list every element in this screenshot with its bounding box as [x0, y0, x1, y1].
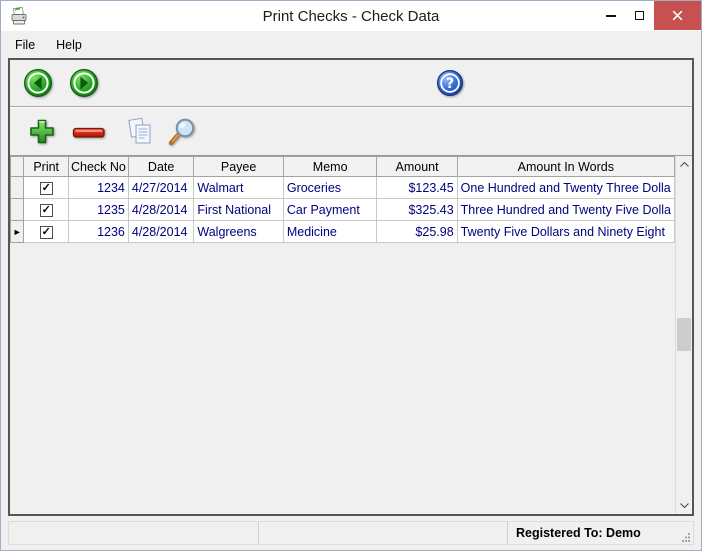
maximize-button[interactable] — [625, 1, 654, 30]
back-arrow-icon — [23, 68, 53, 98]
help-button[interactable]: ? — [436, 69, 464, 97]
minimize-button[interactable] — [596, 1, 625, 30]
selector-header — [11, 157, 24, 177]
app-window: Print Checks - Check Data File Help — [0, 0, 702, 551]
titlebar: Print Checks - Check Data — [1, 1, 701, 31]
cell-checkno[interactable]: 1235 — [68, 199, 128, 221]
cell-date[interactable]: 4/28/2014 — [128, 199, 194, 221]
window-controls — [596, 1, 701, 30]
row-selector — [11, 199, 24, 221]
resize-grip-icon[interactable] — [681, 532, 691, 542]
cell-date[interactable]: 4/27/2014 — [128, 177, 194, 199]
status-registered: Registered To: Demo — [508, 522, 693, 544]
print-checkbox[interactable]: ✓ — [40, 226, 53, 239]
content-panel: ? — [8, 58, 694, 516]
print-checkbox[interactable]: ✓ — [40, 182, 53, 195]
col-header-memo[interactable]: Memo — [283, 157, 377, 177]
cell-memo[interactable]: Car Payment — [283, 199, 377, 221]
cell-memo[interactable]: Groceries — [283, 177, 377, 199]
col-header-date[interactable]: Date — [128, 157, 194, 177]
grid-header-row: Print Check No Date Payee Memo Amount Am… — [11, 157, 675, 177]
print-checkbox[interactable]: ✓ — [40, 204, 53, 217]
grid-area: Print Check No Date Payee Memo Amount Am… — [10, 156, 692, 514]
add-button[interactable] — [28, 117, 56, 147]
plus-icon — [28, 117, 56, 147]
cell-words[interactable]: One Hundred and Twenty Three Dolla — [457, 177, 674, 199]
edit-toolbar — [10, 107, 692, 156]
cell-words[interactable]: Twenty Five Dollars and Ninety Eight — [457, 221, 674, 243]
col-header-print[interactable]: Print — [24, 157, 69, 177]
menubar: File Help — [1, 31, 701, 58]
close-button[interactable] — [654, 1, 701, 30]
printer-icon — [9, 6, 29, 26]
row-selector: ► — [11, 221, 24, 243]
col-header-amount[interactable]: Amount — [377, 157, 457, 177]
cell-payee[interactable]: Walgreens — [194, 221, 283, 243]
forward-arrow-icon — [69, 68, 99, 98]
statusbar: Registered To: Demo — [8, 521, 694, 545]
cell-memo[interactable]: Medicine — [283, 221, 377, 243]
minus-icon — [72, 117, 106, 147]
menu-help[interactable]: Help — [54, 36, 84, 54]
table-row[interactable]: ✓ 1234 4/27/2014 Walmart Groceries $123.… — [11, 177, 675, 199]
cell-amount[interactable]: $325.43 — [377, 199, 457, 221]
table-row[interactable]: ► ✓ 1236 4/28/2014 Walgreens Medicine $2… — [11, 221, 675, 243]
copy-pages-icon — [125, 117, 155, 147]
cell-checkno[interactable]: 1236 — [68, 221, 128, 243]
status-panel-1 — [9, 522, 259, 544]
cell-checkno[interactable]: 1234 — [68, 177, 128, 199]
status-panel-2 — [259, 522, 508, 544]
delete-button[interactable] — [72, 117, 106, 147]
scroll-down-button[interactable] — [676, 497, 692, 514]
chevron-up-icon — [680, 162, 689, 167]
cell-date[interactable]: 4/28/2014 — [128, 221, 194, 243]
check-data-grid: Print Check No Date Payee Memo Amount Am… — [10, 156, 675, 514]
navigation-toolbar: ? — [10, 60, 692, 107]
vertical-scrollbar[interactable] — [675, 156, 692, 514]
magnifier-icon — [166, 116, 198, 148]
registered-to-text: Registered To: Demo — [516, 526, 641, 540]
cell-amount[interactable]: $123.45 — [377, 177, 457, 199]
col-header-words[interactable]: Amount In Words — [457, 157, 674, 177]
svg-text:?: ? — [446, 76, 454, 92]
menu-file[interactable]: File — [13, 36, 37, 54]
table-row[interactable]: ✓ 1235 4/28/2014 First National Car Paym… — [11, 199, 675, 221]
current-row-arrow-icon: ► — [13, 227, 22, 237]
maximize-icon — [635, 11, 644, 20]
back-button[interactable] — [23, 68, 53, 98]
forward-button[interactable] — [69, 68, 99, 98]
cell-amount[interactable]: $25.98 — [377, 221, 457, 243]
cell-payee[interactable]: Walmart — [194, 177, 283, 199]
scroll-up-button[interactable] — [676, 156, 692, 173]
col-header-payee[interactable]: Payee — [194, 157, 283, 177]
close-icon — [672, 10, 683, 21]
cell-payee[interactable]: First National — [194, 199, 283, 221]
search-button[interactable] — [166, 116, 198, 148]
col-header-checkno[interactable]: Check No — [68, 157, 128, 177]
cell-words[interactable]: Three Hundred and Twenty Five Dolla — [457, 199, 674, 221]
row-selector — [11, 177, 24, 199]
scrollbar-thumb[interactable] — [677, 318, 691, 351]
scrollbar-track[interactable] — [676, 173, 692, 497]
chevron-down-icon — [680, 503, 689, 508]
minimize-icon — [606, 15, 616, 17]
help-question-icon: ? — [436, 69, 464, 97]
copy-button[interactable] — [125, 117, 155, 147]
